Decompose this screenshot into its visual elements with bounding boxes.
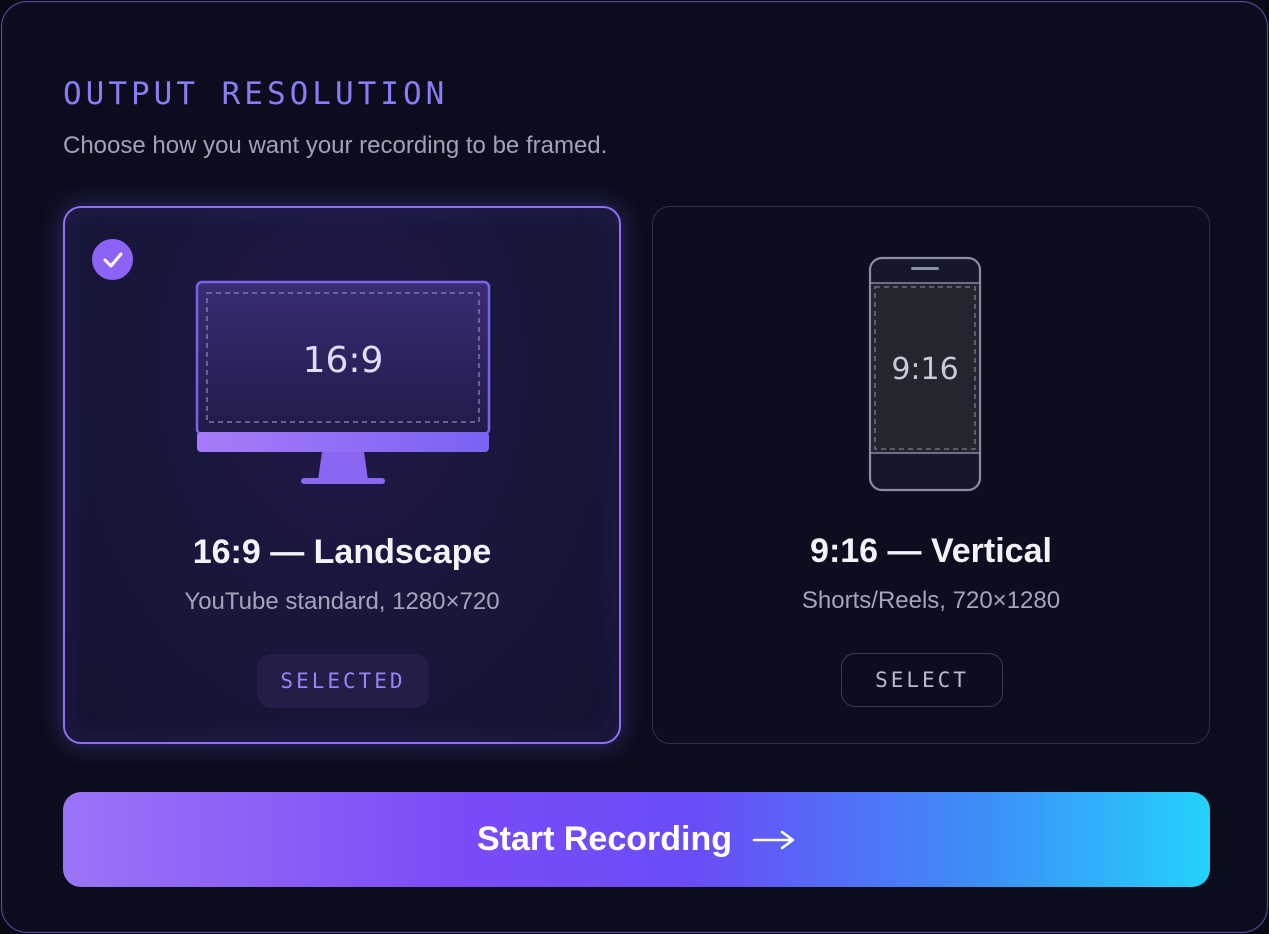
- section-title: OUTPUT RESOLUTION: [63, 76, 449, 112]
- selected-button[interactable]: SELECTED: [257, 654, 429, 708]
- check-icon: [92, 239, 133, 280]
- landscape-title: 16:9 — Landscape: [192, 533, 492, 571]
- vertical-ratio-label: 9:16: [891, 352, 958, 387]
- landscape-description: YouTube standard, 1280×720: [184, 588, 500, 615]
- vertical-title: 9:16 — Vertical: [810, 532, 1052, 570]
- monitor-icon: 16:9: [195, 280, 491, 484]
- option-card-landscape[interactable]: 16:9 16:9 — Landscape YouTube standard, …: [63, 206, 621, 744]
- section-subtitle: Choose how you want your recording to be…: [63, 132, 608, 159]
- option-card-vertical[interactable]: 9:16 9:16 — Vertical Shorts/Reels, 720×1…: [652, 206, 1210, 744]
- start-recording-label: Start Recording: [476, 820, 733, 858]
- select-button[interactable]: SELECT: [841, 653, 1003, 707]
- phone-icon: 9:16: [868, 256, 982, 492]
- resolution-panel: OUTPUT RESOLUTION Choose how you want yo…: [1, 1, 1268, 933]
- vertical-description: Shorts/Reels, 720×1280: [801, 587, 1061, 614]
- arrow-right-icon: [752, 829, 796, 851]
- start-recording-button[interactable]: Start Recording: [63, 792, 1210, 887]
- landscape-ratio-label: 16:9: [303, 340, 384, 381]
